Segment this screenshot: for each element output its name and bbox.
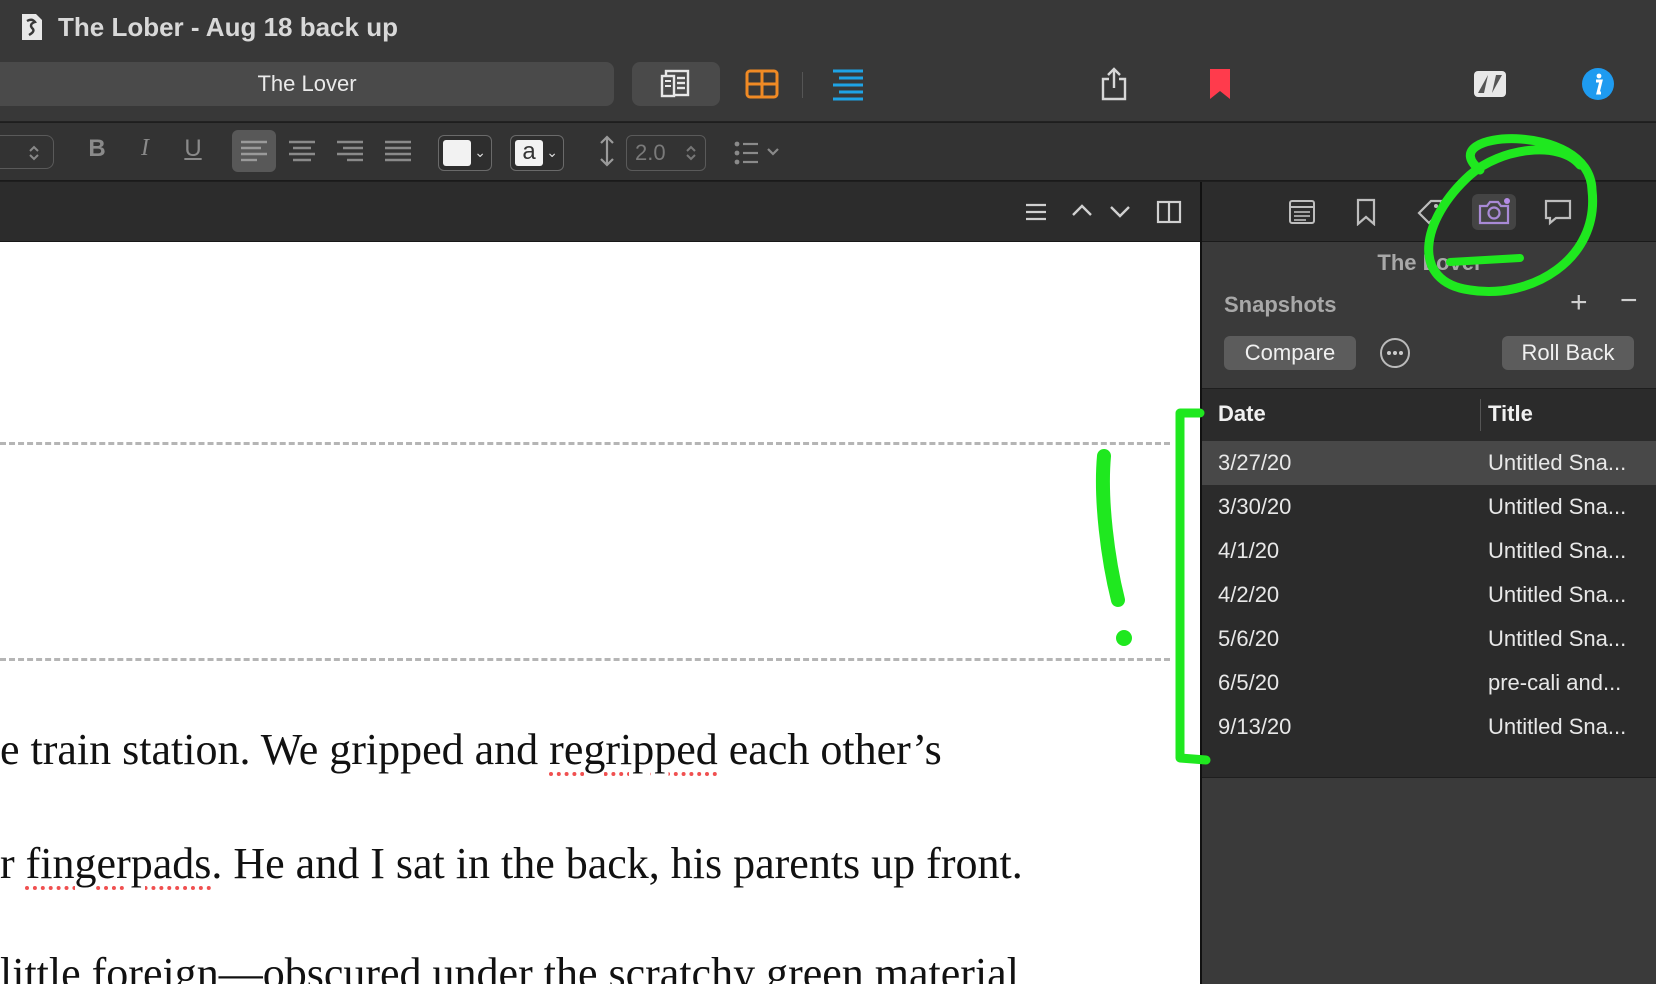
compose-mode-icon[interactable] xyxy=(1470,66,1510,102)
line-spacing-value: 2.0 xyxy=(635,140,666,165)
format-bar: B I U ⌄ a ⌄ 2.0 xyxy=(0,123,1656,181)
binder-title-field[interactable]: The Lover xyxy=(0,62,614,106)
row-title: Untitled Sna... xyxy=(1488,450,1627,475)
table-row[interactable]: 9/13/20 Untitled Sna... xyxy=(1202,705,1656,749)
title-column-header[interactable]: Title xyxy=(1488,401,1533,427)
row-date: 4/2/20 xyxy=(1218,582,1280,607)
row-date: 5/6/20 xyxy=(1218,626,1280,651)
row-date: 9/13/20 xyxy=(1218,714,1292,739)
line-spacing-icon xyxy=(600,135,614,167)
comments-tab-icon[interactable] xyxy=(1538,194,1578,230)
row-date: 6/5/20 xyxy=(1218,670,1280,695)
row-title: Untitled Sna... xyxy=(1488,626,1627,651)
row-date: 4/1/20 xyxy=(1218,538,1280,563)
corkboard-icon[interactable] xyxy=(742,66,782,102)
roll-back-button[interactable]: Roll Back xyxy=(1502,336,1634,370)
share-icon[interactable] xyxy=(1096,62,1132,106)
highlight-label: a xyxy=(515,140,543,166)
highlight-color-well[interactable]: a ⌄ xyxy=(510,135,564,171)
align-right-button[interactable] xyxy=(328,130,372,172)
view-mode-icon[interactable] xyxy=(656,66,696,102)
misspelled-word[interactable]: regripped xyxy=(549,725,718,774)
snapshots-heading: Snapshots xyxy=(1224,292,1337,317)
table-row[interactable]: 5/6/20 Untitled Sna... xyxy=(1202,617,1656,661)
italic-button[interactable]: I xyxy=(130,135,160,162)
inspector-tab-bar xyxy=(1202,182,1656,242)
scrivener-document-icon xyxy=(22,14,42,40)
page-break-bottom xyxy=(0,658,1170,661)
editor-header-bar xyxy=(0,182,1200,242)
align-center-button[interactable] xyxy=(280,130,324,172)
table-header: Date Title xyxy=(1202,389,1656,441)
row-title: Untitled Sna... xyxy=(1488,582,1627,607)
window-title: The Lober - Aug 18 back up xyxy=(58,12,398,42)
table-row[interactable]: 3/27/20 Untitled Sna... xyxy=(1202,441,1656,485)
split-view-icon[interactable] xyxy=(1156,200,1182,224)
metadata-tab-icon[interactable] xyxy=(1410,194,1450,230)
row-date: 3/30/20 xyxy=(1218,494,1292,519)
date-column-header[interactable]: Date xyxy=(1218,401,1266,427)
table-row[interactable]: 4/1/20 Untitled Sna... xyxy=(1202,529,1656,573)
title-bar: The Lober - Aug 18 back up xyxy=(0,0,1656,54)
bookmark-icon[interactable] xyxy=(1204,64,1236,104)
chevron-down-icon: ⌄ xyxy=(474,144,486,160)
row-title: Untitled Sna... xyxy=(1488,538,1627,563)
prose-line-2: r fingerpads. He and I sat in the back, … xyxy=(0,838,1023,889)
chevron-down-icon: ⌄ xyxy=(546,144,558,160)
compare-button[interactable]: Compare xyxy=(1224,336,1356,370)
add-snapshot-button[interactable]: + xyxy=(1570,286,1588,320)
misspelled-word[interactable]: fingerpads xyxy=(26,839,212,888)
notes-tab-icon[interactable] xyxy=(1282,194,1322,230)
more-options-icon[interactable] xyxy=(1380,338,1410,368)
table-row[interactable]: 6/5/20 pre-cali and... xyxy=(1202,661,1656,705)
prose-line-3: little foreign—obscured under the scratc… xyxy=(0,948,1019,984)
list-style-button[interactable] xyxy=(734,139,784,167)
table-row[interactable]: 4/2/20 Untitled Sna... xyxy=(1202,573,1656,617)
chevron-down-icon[interactable] xyxy=(1108,204,1132,220)
editor-page[interactable]: e train station. We gripped and regrippe… xyxy=(0,242,1200,984)
row-title: pre-cali and... xyxy=(1488,670,1622,695)
outline-icon[interactable] xyxy=(826,64,870,104)
inspector-document-title: The Lover xyxy=(1377,250,1483,275)
font-size-stepper[interactable] xyxy=(0,135,54,169)
page-break-top xyxy=(0,442,1170,445)
align-justify-button[interactable] xyxy=(376,130,420,172)
snapshots-table: Date Title 3/27/20 Untitled Sna... 3/30/2… xyxy=(1202,388,1656,778)
line-spacing-field[interactable]: 2.0 xyxy=(626,135,706,171)
bookmarks-tab-icon[interactable] xyxy=(1346,194,1386,230)
row-title: Untitled Sna... xyxy=(1488,714,1627,739)
chevron-up-icon[interactable] xyxy=(1070,202,1094,218)
prose-text: r xyxy=(0,839,26,888)
text-color-well[interactable]: ⌄ xyxy=(438,135,492,171)
underline-button[interactable]: U xyxy=(178,135,208,163)
main-toolbar: The Lover xyxy=(0,54,1656,122)
prose-text: little foreign—obscured under the scratc… xyxy=(0,949,1019,984)
bold-button[interactable]: B xyxy=(82,135,112,163)
prose-text: e train station. We gripped and xyxy=(0,725,550,774)
info-icon[interactable] xyxy=(1578,64,1618,104)
align-left-button[interactable] xyxy=(232,130,276,172)
row-title: Untitled Sna... xyxy=(1488,494,1627,519)
row-date: 3/27/20 xyxy=(1218,450,1292,475)
column-separator[interactable] xyxy=(1480,399,1481,431)
remove-snapshot-button[interactable]: − xyxy=(1620,284,1638,318)
inspector-pane: The Lover Snapshots + − Compare Roll Bac… xyxy=(1200,182,1656,984)
prose-text: . He and I sat in the back, his parents … xyxy=(211,839,1023,888)
snapshots-tab-icon[interactable] xyxy=(1472,194,1516,230)
toolbar-separator xyxy=(802,72,803,98)
menu-icon[interactable] xyxy=(1024,202,1048,222)
text-color-swatch xyxy=(443,140,471,166)
table-row[interactable]: 3/30/20 Untitled Sna... xyxy=(1202,485,1656,529)
prose-text: each other’s xyxy=(717,725,942,774)
prose-line-1: e train station. We gripped and regrippe… xyxy=(0,724,942,775)
